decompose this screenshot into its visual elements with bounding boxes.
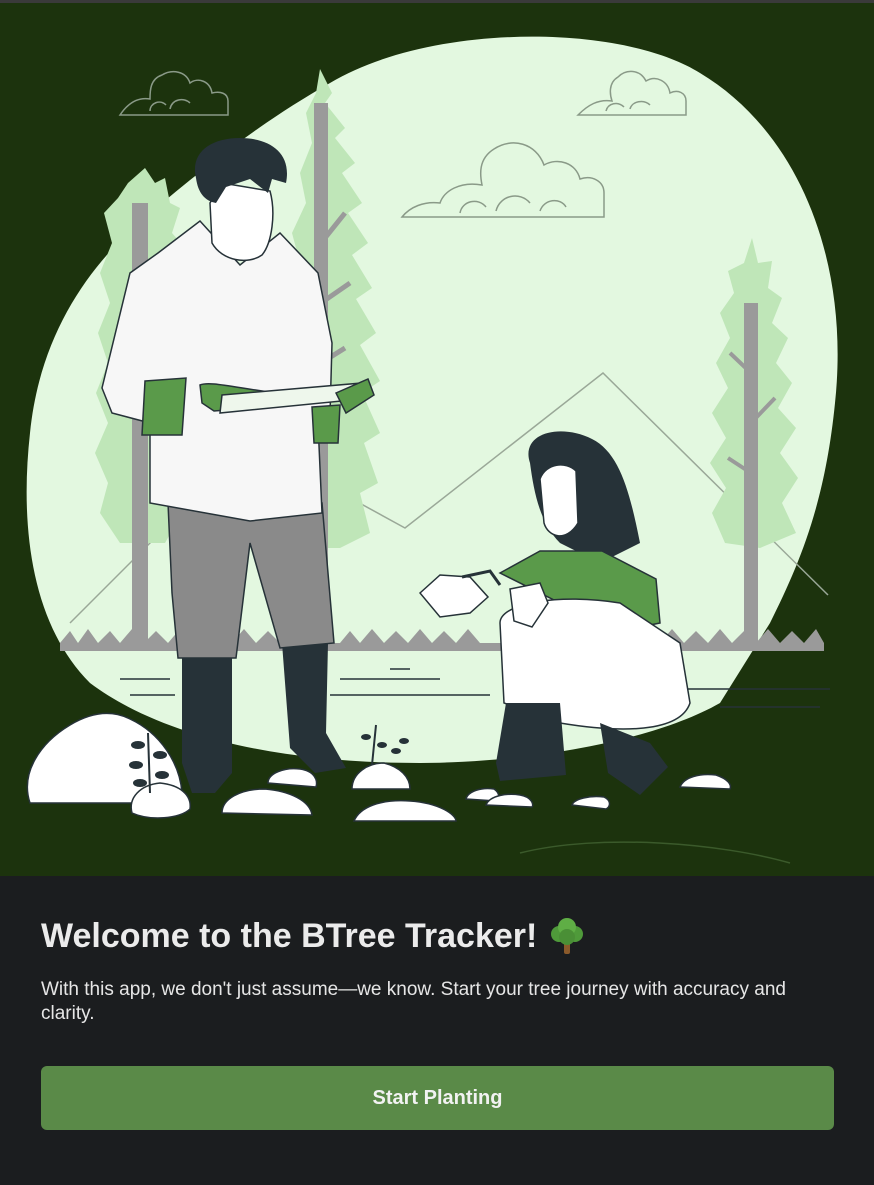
welcome-panel: Welcome to the BTree Tracker! With this … xyxy=(0,876,874,1185)
cloud-icon xyxy=(118,70,229,116)
welcome-title-text: Welcome to the BTree Tracker! xyxy=(41,917,538,955)
ground-line xyxy=(519,841,791,864)
hero-illustration xyxy=(0,3,874,876)
planting-scene-illustration xyxy=(26,36,838,864)
welcome-description: With this app, we don't just assume—we k… xyxy=(41,979,786,1024)
page-title: Welcome to the BTree Tracker! xyxy=(41,916,833,956)
start-planting-button[interactable]: Start Planting xyxy=(41,1066,834,1130)
tree-icon xyxy=(547,916,587,956)
